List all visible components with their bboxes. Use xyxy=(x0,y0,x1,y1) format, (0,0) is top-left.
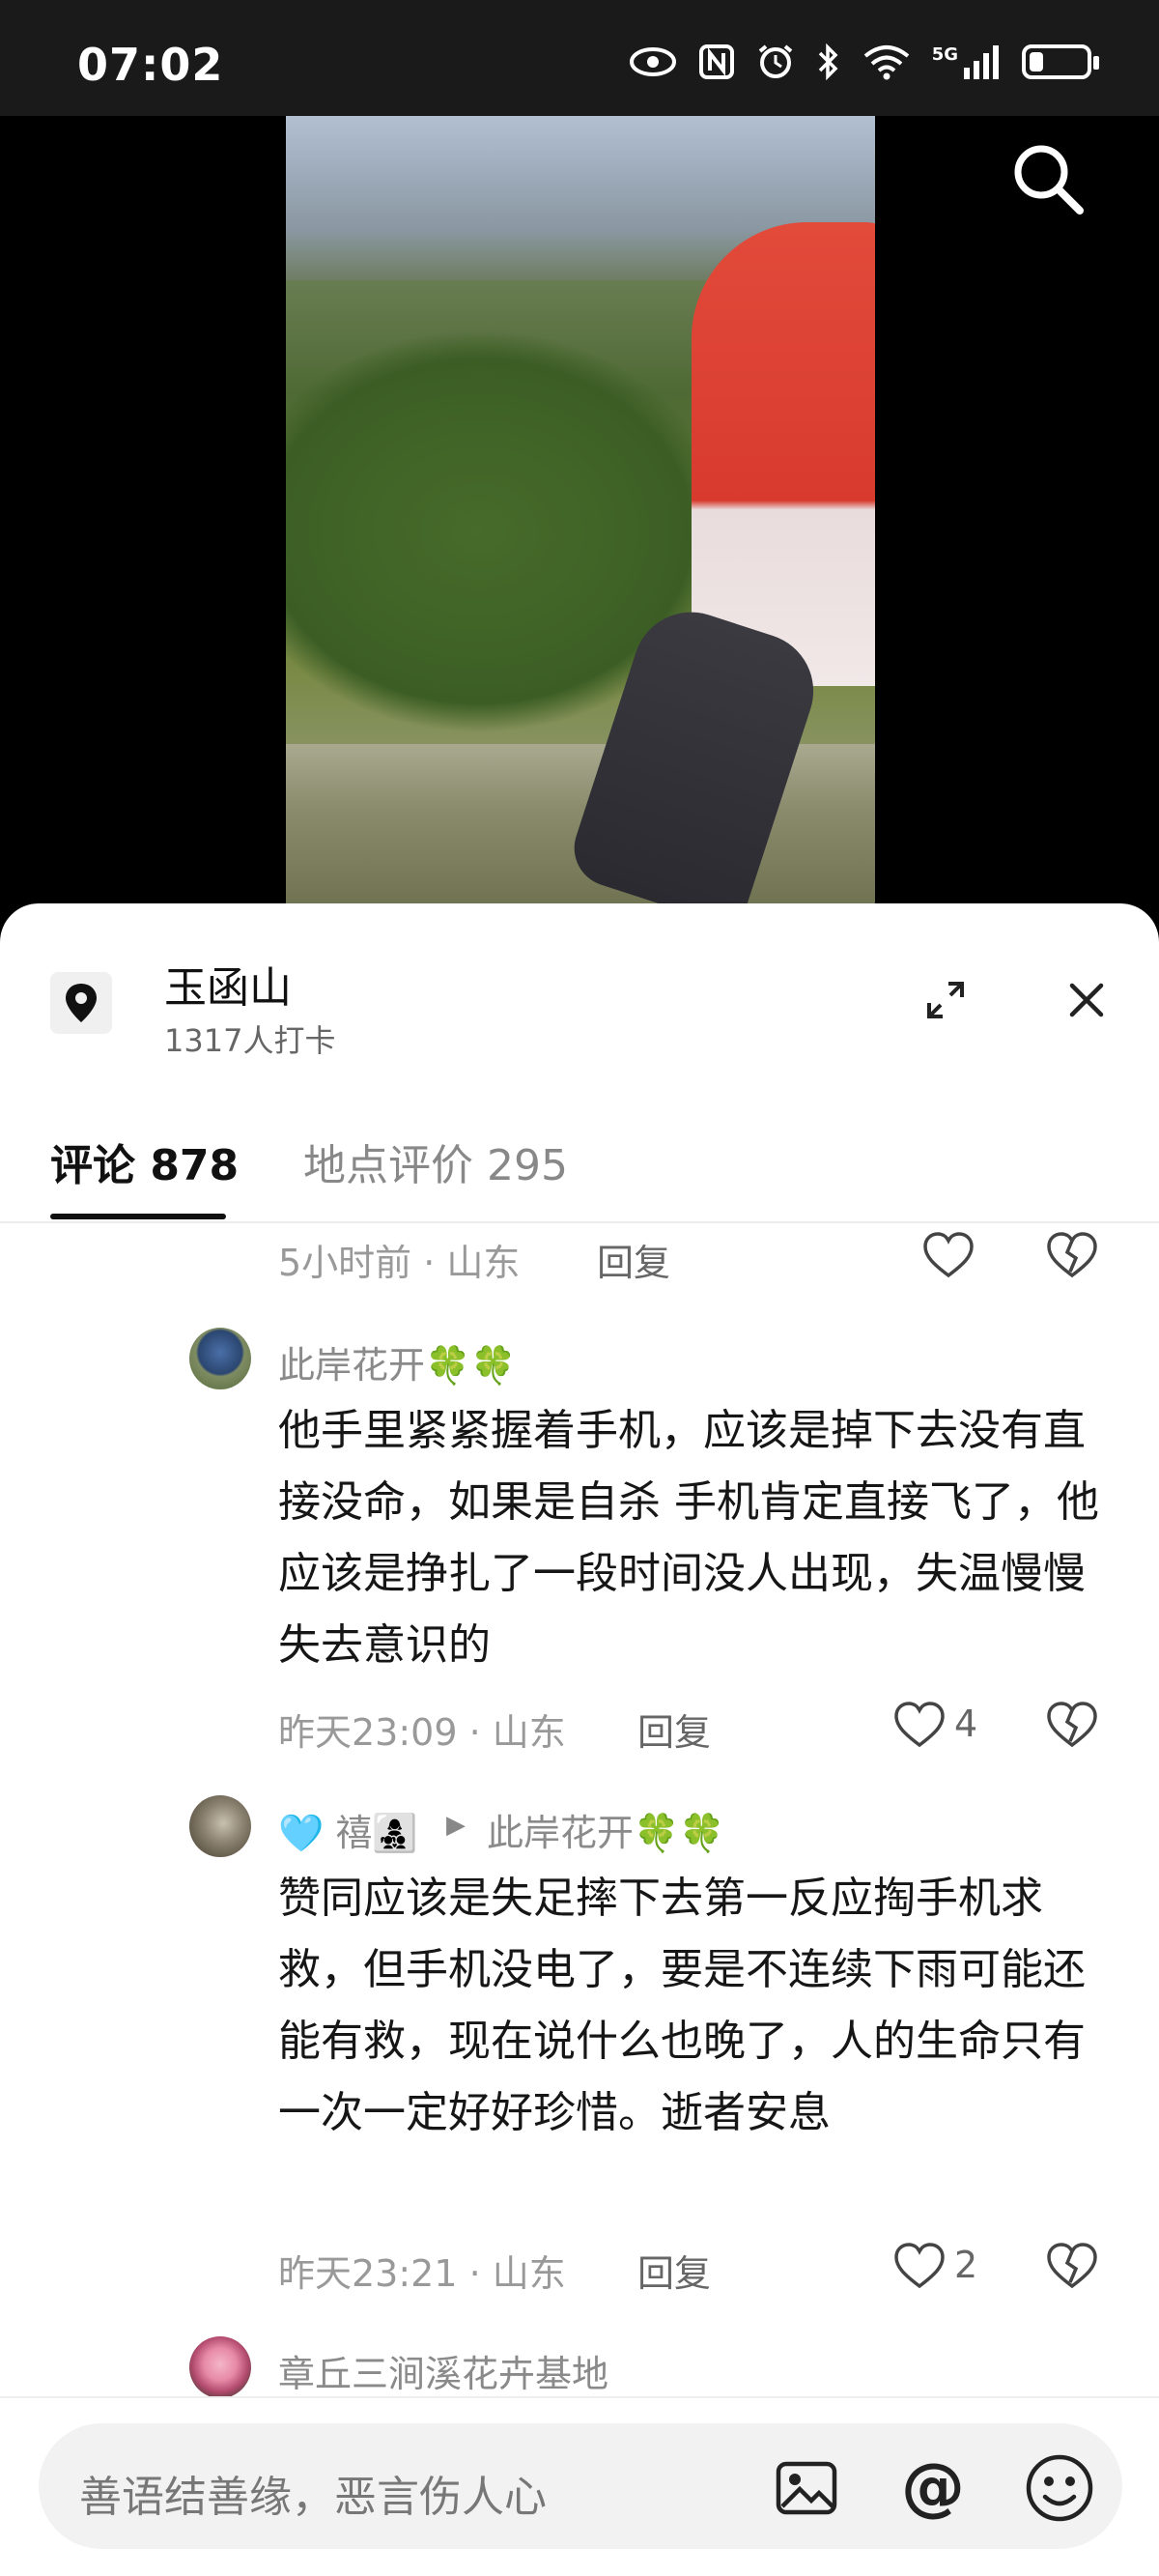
comment-username[interactable]: 🩵 禧👩‍👧‍👦 xyxy=(278,1803,418,1856)
dislike-broken-heart-icon[interactable] xyxy=(1045,1229,1099,1283)
video-player[interactable] xyxy=(286,116,875,908)
status-icons: 5G xyxy=(629,43,1099,81)
avatar[interactable] xyxy=(189,1328,251,1389)
reply-to-username[interactable]: 此岸花开🍀🍀 xyxy=(487,1803,725,1856)
video-person xyxy=(692,222,875,686)
comment-meta: 5小时前 · 山东 xyxy=(278,1242,521,1284)
like-count: 2 xyxy=(954,2244,978,2286)
like-count: 4 xyxy=(954,1703,978,1745)
tab-comments[interactable]: 评论 878 xyxy=(50,1131,239,1192)
like-heart-icon[interactable] xyxy=(921,1229,975,1283)
battery-icon xyxy=(1022,44,1099,79)
tabs-divider xyxy=(0,1221,1159,1223)
comment-text: 他手里紧紧握着手机，应该是掉下去没有直接没命，如果是自杀 手机肯定直接飞了，他应… xyxy=(278,1406,1099,1670)
comment-meta: 昨天23:09 · 山东 xyxy=(278,1711,566,1754)
status-time: 07:02 xyxy=(77,39,224,91)
tab-place-reviews[interactable]: 地点评价 295 xyxy=(303,1131,568,1192)
alarm-icon xyxy=(758,44,792,78)
comment-username[interactable]: 此岸花开🍀🍀 xyxy=(278,1335,517,1388)
avatar[interactable] xyxy=(189,1795,251,1857)
network-label: 5G xyxy=(931,44,958,65)
reply-arrow-icon: ▶ xyxy=(446,1811,466,1840)
like-heart-icon[interactable] xyxy=(892,2240,947,2294)
dislike-broken-heart-icon[interactable] xyxy=(1045,2240,1099,2294)
reply-button[interactable]: 回复 xyxy=(597,1233,670,1286)
comment-username[interactable]: 章丘三涧溪花卉基地 xyxy=(278,2344,608,2397)
dislike-broken-heart-icon[interactable] xyxy=(1045,1699,1099,1753)
location-name[interactable]: 玉函山 xyxy=(164,953,292,1015)
comment-text: 赞同应该是失足摔下去第一反应掏手机求救，但手机没电了，要是不连续下雨可能还能有救… xyxy=(278,1874,1086,2137)
eye-icon xyxy=(629,47,676,76)
avatar[interactable] xyxy=(189,2336,251,2398)
comment-meta: 昨天23:21 · 山东 xyxy=(278,2252,566,2295)
wifi-icon xyxy=(863,45,909,80)
comment-input-placeholder[interactable]: 善语结善缘，恶言伤人心 xyxy=(79,2462,547,2524)
checkin-count: 1317人打卡 xyxy=(164,1022,336,1059)
5g-signal-icon: 5G xyxy=(932,44,1001,79)
search-icon[interactable] xyxy=(1004,135,1091,222)
nfc-icon xyxy=(698,44,734,79)
image-icon[interactable] xyxy=(773,2454,840,2522)
expand-icon[interactable] xyxy=(923,978,968,1022)
close-icon[interactable] xyxy=(1064,978,1109,1022)
reply-button[interactable]: 回复 xyxy=(637,1703,711,1756)
bluetooth-icon xyxy=(818,43,838,81)
emoji-icon[interactable] xyxy=(1024,2452,1095,2524)
mention-button[interactable]: @ xyxy=(896,2450,970,2524)
reply-button[interactable]: 回复 xyxy=(637,2244,711,2297)
location-pin-icon xyxy=(50,972,112,1034)
tab-active-indicator xyxy=(50,1214,226,1219)
like-heart-icon[interactable] xyxy=(892,1699,947,1753)
